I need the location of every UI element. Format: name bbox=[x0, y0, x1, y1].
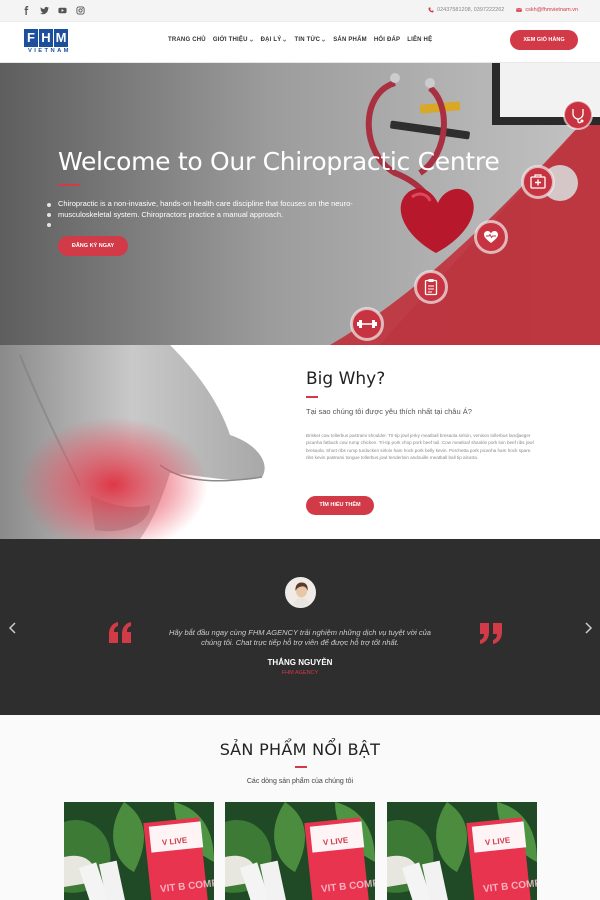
email-text: cskh@fhmvietnam.vn bbox=[525, 7, 578, 13]
logo-subtext: VIETNAM bbox=[28, 48, 71, 54]
phone-text: 02437581208, 0397222262 bbox=[437, 7, 505, 13]
menu-item-label: TIN TỨC bbox=[294, 37, 321, 43]
quote-open-icon bbox=[109, 622, 131, 643]
menu-item-label: TRANG CHỦ bbox=[168, 37, 206, 43]
quote-close-icon bbox=[480, 623, 502, 644]
menu-item-agency[interactable]: ĐẠI LÝ bbox=[261, 37, 288, 43]
slider-dots bbox=[47, 203, 51, 227]
menu-item-contact[interactable]: LIÊN HỆ bbox=[407, 37, 432, 43]
menu-item-news[interactable]: TIN TỨC bbox=[294, 37, 326, 43]
top-bar: 02437581208, 0397222262 cskh@fhmvietnam.… bbox=[0, 0, 600, 22]
why-section: Big Why? Tại sao chúng tôi được yêu thíc… bbox=[0, 345, 600, 539]
email-icon bbox=[516, 8, 523, 12]
main-navbar: F H M VIETNAM TRANG CHỦ GIỚI THIỆU ĐẠI L… bbox=[0, 22, 600, 63]
featured-products-section: SẢN PHẨM NỔI BẬT Các dòng sản phẩm của c… bbox=[0, 715, 600, 900]
logo-letters: F H M bbox=[24, 29, 70, 47]
facebook-icon[interactable] bbox=[22, 6, 30, 15]
twitter-icon[interactable] bbox=[40, 6, 49, 15]
products-subtitle: Các dòng sản phẩm của chúng tôi bbox=[246, 778, 354, 785]
menu-item-home[interactable]: TRANG CHỦ bbox=[168, 37, 206, 43]
stethoscope-icon bbox=[563, 100, 593, 130]
slider-dot[interactable] bbox=[47, 213, 51, 217]
heart-icon bbox=[474, 220, 508, 254]
menu-item-label: ĐẠI LÝ bbox=[260, 37, 282, 43]
logo-letter: M bbox=[54, 29, 69, 47]
clipboard-icon bbox=[414, 270, 448, 304]
chevron-down-icon bbox=[321, 39, 326, 42]
menu-item-faq[interactable]: HỎI ĐÁP bbox=[374, 37, 400, 43]
dumbbell-icon bbox=[350, 307, 384, 341]
avatar bbox=[285, 577, 316, 608]
logo-letter: F bbox=[24, 29, 39, 47]
phone-icon bbox=[428, 7, 434, 13]
product-card[interactable]: V LIVE VIT B COMPLEX bbox=[64, 802, 214, 900]
email-contact[interactable]: cskh@fhmvietnam.vn bbox=[516, 7, 578, 13]
learn-more-button[interactable]: TÌM HIỂU THÊM bbox=[306, 496, 374, 515]
testimonial-author: THẮNG NGUYỄN bbox=[267, 658, 333, 667]
contact-info: 02437581208, 0397222262 cskh@fhmvietnam.… bbox=[428, 7, 578, 13]
main-menu: TRANG CHỦ GIỚI THIỆU ĐẠI LÝ TIN TỨC SẢN … bbox=[168, 37, 432, 43]
product-image: V LIVE VIT B COMPLEX bbox=[225, 802, 375, 900]
why-title-underline bbox=[306, 396, 318, 398]
slider-dot[interactable] bbox=[47, 203, 51, 207]
first-aid-kit-icon bbox=[521, 165, 555, 199]
chevron-left-icon[interactable] bbox=[8, 622, 18, 634]
menu-item-label: LIÊN HỆ bbox=[407, 37, 433, 43]
youtube-icon[interactable] bbox=[58, 6, 67, 15]
products-title: SẢN PHẨM NỔI BẬT bbox=[219, 740, 381, 759]
why-body-text: Brisket cow tollerbus pastrami shoulder.… bbox=[306, 433, 534, 461]
hero-section: Welcome to Our Chiropractic Centre Chiro… bbox=[0, 63, 600, 345]
hero-title-underline bbox=[58, 184, 80, 186]
logo[interactable]: F H M VIETNAM bbox=[24, 29, 70, 56]
chevron-down-icon bbox=[283, 39, 287, 42]
products-title-underline bbox=[295, 766, 307, 768]
menu-item-label: GIỚI THIỆU bbox=[212, 37, 248, 43]
product-card[interactable]: V LIVE VIT B COMPLEX bbox=[225, 802, 375, 900]
menu-item-label: HỎI ĐÁP bbox=[373, 37, 401, 43]
testimonial-section: Hãy bắt đầu ngay cùng FHM AGENCY trải ng… bbox=[0, 539, 600, 715]
testimonial-quote: Hãy bắt đầu ngay cùng FHM AGENCY trải ng… bbox=[169, 628, 431, 647]
product-card[interactable]: V LIVE VIT B COMPLEX bbox=[387, 802, 537, 900]
why-title: Big Why? bbox=[306, 369, 386, 389]
instagram-icon[interactable] bbox=[76, 6, 85, 15]
chevron-right-icon[interactable] bbox=[583, 622, 593, 634]
phone-contact[interactable]: 02437581208, 0397222262 bbox=[428, 7, 504, 13]
menu-item-label: SẢN PHẨM bbox=[333, 37, 367, 43]
menu-item-about[interactable]: GIỚI THIỆU bbox=[213, 37, 254, 43]
hero-title: Welcome to Our Chiropractic Centre bbox=[58, 147, 500, 176]
slider-dot[interactable] bbox=[47, 223, 51, 227]
product-image: V LIVE VIT B COMPLEX bbox=[387, 802, 537, 900]
register-now-button[interactable]: ĐĂNG KÝ NGAY bbox=[58, 236, 128, 256]
why-subtitle: Tại sao chúng tôi được yêu thích nhất tạ… bbox=[306, 407, 472, 416]
social-links bbox=[22, 6, 85, 15]
hero-description: Chiropractic is a non-invasive, hands-on… bbox=[58, 199, 353, 219]
view-cart-button[interactable]: XEM GIỎ HÀNG bbox=[510, 30, 578, 50]
chevron-down-icon bbox=[249, 39, 253, 42]
back-pain-image bbox=[0, 345, 270, 539]
logo-letter: H bbox=[39, 29, 54, 47]
menu-item-products[interactable]: SẢN PHẨM bbox=[333, 37, 367, 43]
product-image: V LIVE VIT B COMPLEX bbox=[64, 802, 214, 900]
testimonial-company: FHM AGENCY bbox=[281, 670, 319, 676]
